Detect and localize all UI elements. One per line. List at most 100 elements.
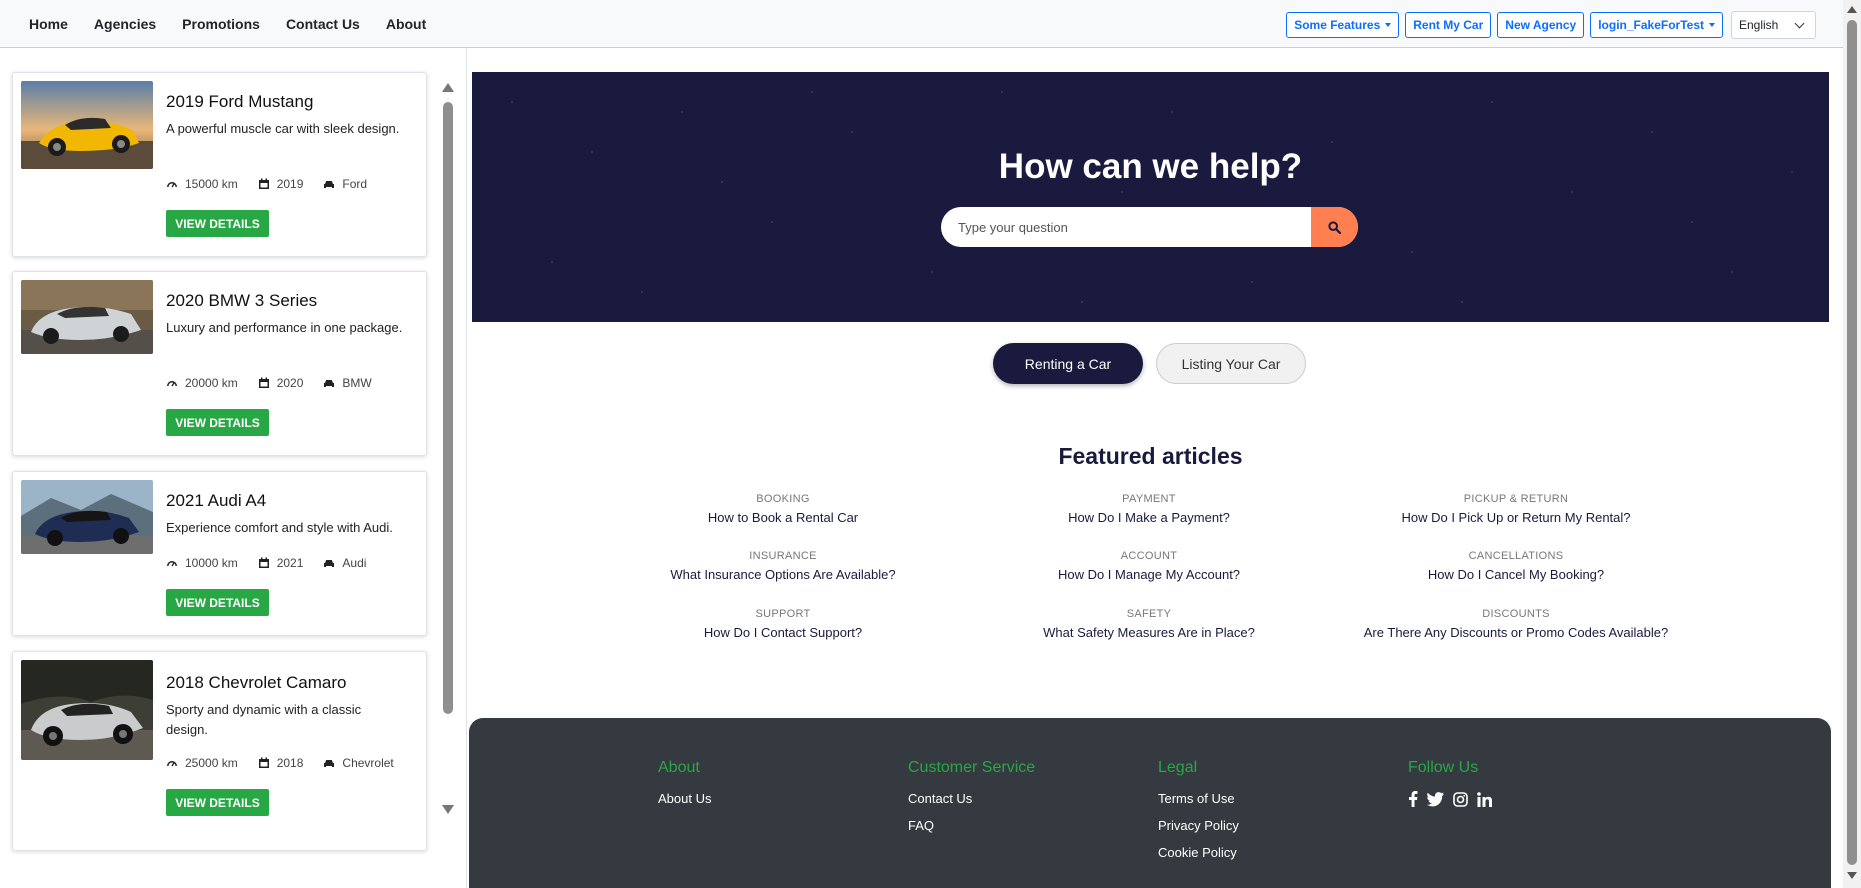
footer-heading: Follow Us (1408, 759, 1479, 776)
footer-link-faq[interactable]: FAQ (908, 818, 1035, 833)
car-card: 2020 BMW 3 Series Luxury and performance… (12, 271, 427, 456)
scroll-down-arrow-icon[interactable] (442, 805, 454, 814)
starfield-background (511, 91, 1793, 303)
tab-renting-a-car[interactable]: Renting a Car (993, 343, 1143, 384)
article-category: DISCOUNTS (1482, 608, 1550, 620)
article-title[interactable]: How Do I Contact Support? (603, 625, 963, 640)
nav-about-link[interactable]: About (373, 16, 439, 32)
car-meta: 15000 km 2019 Ford (166, 177, 367, 191)
new-agency-button[interactable]: New Agency (1497, 12, 1585, 38)
nav-actions: Some Features Rent My Car New Agency log… (1286, 11, 1816, 39)
view-details-button[interactable]: VIEW DETAILS (166, 210, 269, 237)
car-make: Chevrolet (342, 756, 394, 770)
car-title: 2018 Chevrolet Camaro (166, 673, 347, 692)
footer-follow-column: Follow Us (1408, 759, 1492, 807)
article-item[interactable]: DISCOUNTS Are There Any Discounts or Prom… (1336, 608, 1696, 640)
car-image-bmw (21, 280, 153, 354)
view-details-button[interactable]: VIEW DETAILS (166, 589, 269, 616)
language-select[interactable]: English (1731, 11, 1816, 39)
article-item[interactable]: ACCOUNT How Do I Manage My Account? (969, 550, 1329, 582)
car-list-panel[interactable]: 2019 Ford Mustang A powerful muscle car … (0, 48, 467, 888)
tab-listing-your-car[interactable]: Listing Your Car (1156, 343, 1306, 384)
footer-link-terms[interactable]: Terms of Use (1158, 791, 1239, 806)
car-title: 2019 Ford Mustang (166, 92, 314, 111)
car-icon (324, 560, 335, 567)
rent-my-car-label: Rent My Car (1413, 18, 1484, 32)
car-title: 2020 BMW 3 Series (166, 291, 318, 310)
article-title[interactable]: How Do I Cancel My Booking? (1336, 567, 1696, 582)
car-year: 2018 (276, 756, 304, 770)
car-make: Audi (342, 556, 367, 570)
user-dropdown[interactable]: login_FakeForTest (1590, 12, 1723, 38)
footer-link-cookie[interactable]: Cookie Policy (1158, 845, 1239, 860)
calendar-icon (258, 557, 269, 568)
car-card: 2019 Ford Mustang A powerful muscle car … (12, 72, 427, 257)
article-item[interactable]: SAFETY What Safety Measures Are in Place? (969, 608, 1329, 640)
footer-about-column: About About Us (658, 759, 711, 818)
article-title[interactable]: What Insurance Options Are Available? (603, 567, 963, 582)
scrollbar-thumb[interactable] (443, 102, 453, 714)
article-item[interactable]: PICKUP & RETURN How Do I Pick Up or Retur… (1336, 493, 1696, 525)
article-category: BOOKING (756, 493, 810, 505)
footer-heading: Customer Service (908, 759, 1036, 776)
article-category: INSURANCE (749, 550, 817, 562)
article-item[interactable]: SUPPORT How Do I Contact Support? (603, 608, 963, 640)
page-scrollbar-thumb[interactable] (1847, 20, 1857, 865)
car-year: 2020 (276, 376, 304, 390)
car-card: 2018 Chevrolet Camaro Sporty and dynamic… (12, 651, 427, 851)
article-item[interactable]: PAYMENT How Do I Make a Payment? (969, 493, 1329, 525)
car-make: BMW (342, 376, 372, 390)
article-category: SAFETY (1126, 608, 1172, 620)
page-scrollbar[interactable] (1843, 0, 1861, 888)
facebook-icon[interactable] (1408, 791, 1418, 807)
car-image-audi (21, 480, 153, 554)
article-title[interactable]: How Do I Pick Up or Return My Rental? (1336, 510, 1696, 525)
view-details-button[interactable]: VIEW DETAILS (166, 409, 269, 436)
site-footer: About About Us Customer Service Contact … (469, 718, 1831, 888)
article-title[interactable]: What Safety Measures Are in Place? (969, 625, 1329, 640)
article-item[interactable]: INSURANCE What Insurance Options Are Avai… (603, 550, 963, 582)
article-item[interactable]: BOOKING How to Book a Rental Car (603, 493, 963, 525)
footer-link-contact-us[interactable]: Contact Us (908, 791, 1035, 806)
car-mileage: 10000 km (185, 556, 238, 570)
linkedin-icon[interactable] (1477, 791, 1492, 807)
article-title[interactable]: How Do I Manage My Account? (969, 567, 1329, 582)
search-button[interactable] (1311, 207, 1358, 247)
car-list-scrollbar[interactable] (440, 78, 456, 818)
chevron-down-icon (1794, 18, 1805, 28)
speedometer-icon (167, 182, 177, 188)
top-navbar: Home Agencies Promotions Contact Us Abou… (0, 0, 1861, 48)
nav-contact-link[interactable]: Contact Us (273, 16, 373, 32)
nav-home-link[interactable]: Home (16, 16, 81, 32)
scroll-down-arrow-icon[interactable] (1847, 872, 1857, 879)
car-year: 2021 (276, 556, 304, 570)
car-meta: 25000 km 2018 Chevrolet (166, 756, 394, 770)
footer-link-about-us[interactable]: About Us (658, 791, 711, 806)
nav-links: Home Agencies Promotions Contact Us Abou… (16, 0, 439, 47)
some-features-dropdown[interactable]: Some Features (1286, 12, 1400, 38)
rent-my-car-button[interactable]: Rent My Car (1405, 12, 1492, 38)
car-image-mustang (21, 81, 153, 169)
new-agency-label: New Agency (1505, 18, 1577, 32)
user-label: login_FakeForTest (1598, 18, 1704, 32)
car-icon (324, 760, 335, 767)
scroll-up-arrow-icon[interactable] (1847, 6, 1857, 13)
scroll-up-arrow-icon[interactable] (442, 83, 454, 92)
article-title[interactable]: Are There Any Discounts or Promo Codes A… (1336, 625, 1696, 640)
instagram-icon[interactable] (1453, 791, 1468, 807)
view-details-button[interactable]: VIEW DETAILS (166, 789, 269, 816)
nav-agencies-link[interactable]: Agencies (81, 16, 169, 32)
article-item[interactable]: CANCELLATIONS How Do I Cancel My Booking? (1336, 550, 1696, 582)
car-description: A powerful muscle car with sleek design. (166, 121, 400, 136)
article-title[interactable]: How to Book a Rental Car (603, 510, 963, 525)
article-title[interactable]: How Do I Make a Payment? (969, 510, 1329, 525)
some-features-label: Some Features (1294, 18, 1381, 32)
footer-link-privacy[interactable]: Privacy Policy (1158, 818, 1239, 833)
car-year: 2019 (276, 177, 304, 191)
help-search-input[interactable] (941, 207, 1311, 247)
footer-heading: Legal (1158, 759, 1198, 776)
nav-promotions-link[interactable]: Promotions (169, 16, 273, 32)
twitter-icon[interactable] (1427, 791, 1444, 807)
featured-articles-heading: Featured articles (1058, 443, 1243, 469)
car-mileage: 15000 km (185, 177, 238, 191)
